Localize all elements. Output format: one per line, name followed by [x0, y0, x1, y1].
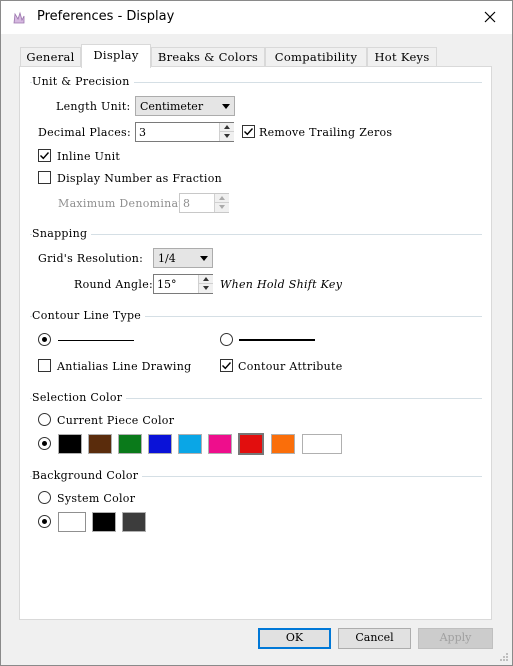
background-color-title: Background Color: [32, 469, 143, 482]
swatch-cyan[interactable]: [178, 434, 202, 454]
grid-resolution-select[interactable]: 1/4: [153, 248, 213, 268]
inline-unit-checkbox[interactable]: [38, 149, 51, 162]
round-angle-value: 15°: [157, 278, 177, 291]
swatch-green[interactable]: [118, 434, 142, 454]
current-piece-color-radio[interactable]: [38, 413, 51, 426]
thick-line-sample: [239, 339, 315, 341]
length-unit-select[interactable]: Centimeter: [135, 96, 235, 116]
length-unit-value: Centimeter: [140, 100, 204, 113]
custom-background-radio[interactable]: [38, 515, 51, 528]
bg-swatch-black[interactable]: [92, 512, 116, 532]
spin-down-icon[interactable]: [215, 203, 229, 212]
display-fraction-label[interactable]: Display Number as Fraction: [57, 172, 222, 185]
spin-down-icon[interactable]: [220, 132, 234, 141]
swatch-magenta[interactable]: [208, 434, 232, 454]
checkmark-icon: [222, 362, 232, 370]
spin-up-icon[interactable]: [199, 275, 213, 284]
custom-selection-color-radio[interactable]: [38, 437, 51, 450]
thick-line-radio[interactable]: [220, 333, 233, 346]
title-bar: Preferences - Display: [1, 1, 512, 34]
decimal-places-label: Decimal Places:: [38, 126, 132, 139]
swatch-blue[interactable]: [148, 434, 172, 454]
max-denominator-spinner[interactable]: 8: [179, 193, 229, 213]
spin-up-icon[interactable]: [220, 123, 234, 132]
contour-attribute-checkbox[interactable]: [220, 359, 233, 372]
system-color-label[interactable]: System Color: [57, 492, 135, 505]
close-button[interactable]: [475, 3, 505, 31]
thin-line-sample: [58, 340, 134, 341]
tab-display[interactable]: Display: [81, 44, 151, 68]
bg-swatch-dark-gray[interactable]: [122, 512, 146, 532]
max-denominator-label: Maximum Denominator: [58, 197, 196, 210]
decimal-places-value: 3: [139, 126, 146, 139]
chevron-down-icon: [222, 104, 230, 109]
contour-attribute-label[interactable]: Contour Attribute: [238, 360, 343, 373]
spin-up-icon[interactable]: [215, 194, 229, 203]
grid-resolution-value: 1/4: [158, 252, 176, 265]
antialias-checkbox[interactable]: [38, 359, 51, 372]
close-icon: [484, 11, 496, 23]
cancel-button[interactable]: Cancel: [338, 628, 411, 649]
display-fraction-checkbox[interactable]: [38, 171, 51, 184]
window-title: Preferences - Display: [37, 9, 175, 24]
preferences-dialog: Preferences - Display General Display Br…: [0, 0, 513, 666]
max-denominator-value: 8: [183, 197, 190, 210]
remove-trailing-zeros-label[interactable]: Remove Trailing Zeros: [259, 126, 392, 139]
swatch-brown[interactable]: [88, 434, 112, 454]
round-angle-label: Round Angle:: [74, 278, 154, 291]
antialias-label[interactable]: Antialias Line Drawing: [57, 360, 191, 373]
length-unit-label: Length Unit:: [56, 100, 131, 113]
remove-trailing-zeros-checkbox[interactable]: [242, 125, 255, 138]
tab-compatibility[interactable]: Compatibility: [265, 47, 367, 68]
display-panel: Unit & Precision Length Unit: Centimeter…: [19, 66, 492, 620]
round-angle-spinner[interactable]: 15°: [153, 274, 213, 294]
selection-color-title: Selection Color: [32, 391, 127, 404]
swatch-orange[interactable]: [271, 434, 295, 454]
group-divider: [30, 234, 482, 235]
app-icon: [11, 10, 27, 26]
spinner-buttons: [219, 123, 234, 141]
apply-button[interactable]: Apply: [418, 628, 493, 649]
tab-breaks-colors[interactable]: Breaks & Colors: [151, 47, 265, 68]
thin-line-radio[interactable]: [38, 333, 51, 346]
bg-swatch-white[interactable]: [58, 512, 86, 532]
tab-general[interactable]: General: [20, 47, 81, 68]
swatch-red[interactable]: [238, 433, 264, 455]
swatch-black[interactable]: [58, 434, 82, 454]
checkmark-icon: [244, 128, 254, 136]
spinner-buttons: [214, 194, 229, 212]
chevron-down-icon: [200, 256, 208, 261]
resize-grip-icon[interactable]: [499, 652, 509, 662]
grid-resolution-label: Grid's Resolution:: [38, 252, 144, 265]
round-angle-hint: When Hold Shift Key: [220, 278, 343, 291]
checkmark-icon: [40, 152, 50, 160]
swatch-white[interactable]: [302, 434, 342, 454]
ok-button[interactable]: OK: [258, 628, 331, 649]
snapping-title: Snapping: [32, 227, 92, 240]
system-color-radio[interactable]: [38, 491, 51, 504]
inline-unit-label[interactable]: Inline Unit: [57, 150, 120, 163]
current-piece-color-label[interactable]: Current Piece Color: [57, 414, 174, 427]
decimal-places-spinner[interactable]: 3: [135, 122, 234, 142]
spin-down-icon[interactable]: [199, 284, 213, 293]
tab-hot-keys[interactable]: Hot Keys: [367, 47, 437, 68]
unit-precision-title: Unit & Precision: [32, 75, 134, 88]
contour-line-type-title: Contour Line Type: [32, 309, 146, 322]
spinner-buttons: [198, 275, 213, 293]
